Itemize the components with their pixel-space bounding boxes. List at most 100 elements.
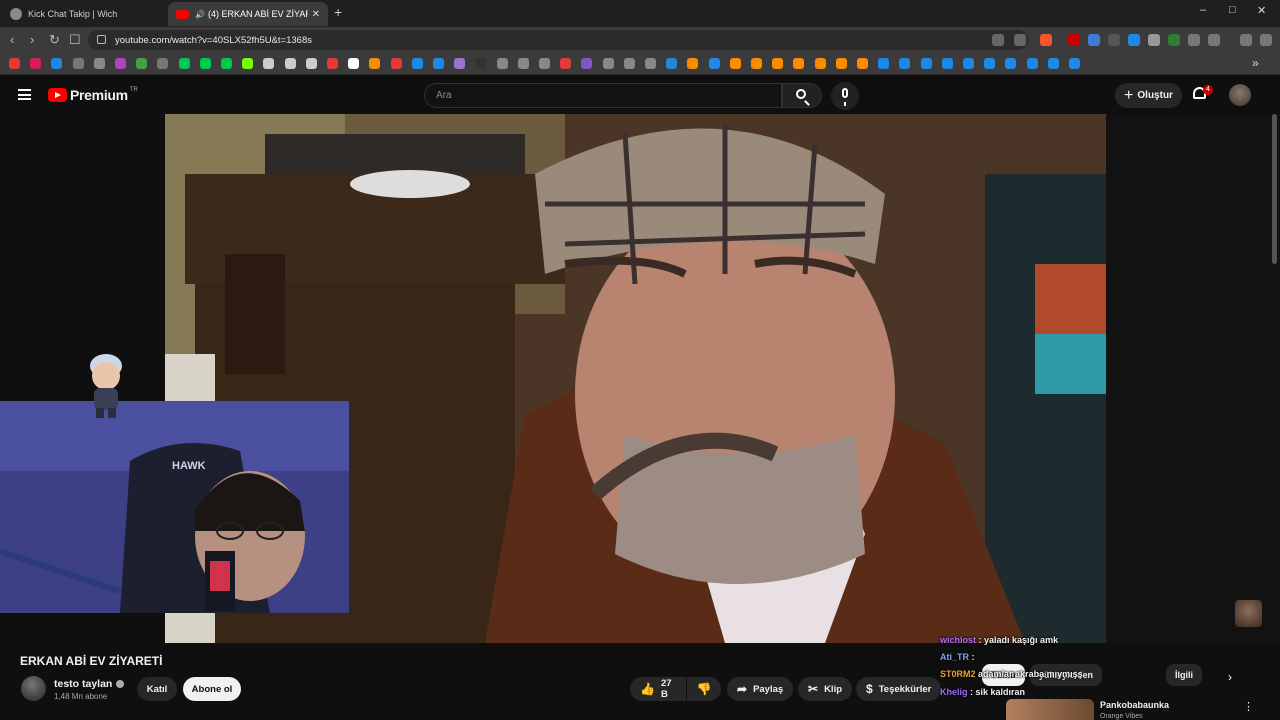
bookmark-favicon-icon[interactable] <box>729 58 741 69</box>
bookmark-favicon-icon[interactable] <box>242 58 254 69</box>
recommended-title[interactable]: Pankobabaunka <box>1100 700 1169 710</box>
bookmark-favicon-icon[interactable] <box>9 58 20 69</box>
bookmark-favicon-icon[interactable] <box>72 58 84 69</box>
url-field[interactable]: youtube.com/watch?v=40SLX52fh5U&t=1368s <box>88 30 1028 50</box>
bookmark-favicon-icon[interactable] <box>645 58 656 69</box>
bookmark-favicon-icon[interactable] <box>390 58 402 69</box>
bookmark-favicon-icon[interactable] <box>666 58 678 69</box>
bookmark-favicon-icon[interactable] <box>623 58 635 69</box>
bookmark-favicon-icon[interactable] <box>475 58 487 69</box>
bookmark-favicon-icon[interactable] <box>857 58 868 69</box>
bookmark-favicon-icon[interactable] <box>539 58 550 69</box>
subscribe-button[interactable]: Abone ol <box>183 677 241 701</box>
tab-kick-chat[interactable]: Kick Chat Takip | Wich <box>2 2 166 26</box>
youtube-premium-logo[interactable]: Premium TR <box>48 87 138 103</box>
channel-avatar[interactable] <box>21 676 46 701</box>
recommended-thumbnail[interactable] <box>1006 699 1094 720</box>
bookmark-favicon-icon[interactable] <box>835 58 847 69</box>
media-icon[interactable] <box>1240 34 1252 46</box>
bookmark-favicon-icon[interactable] <box>327 58 338 69</box>
bookmark-favicon-icon[interactable] <box>496 58 508 69</box>
back-icon[interactable]: ‹ <box>10 32 14 47</box>
bookmark-favicon-icon[interactable] <box>115 58 126 69</box>
maximize-button[interactable]: □ <box>1229 4 1236 16</box>
bookmark-favicon-icon[interactable] <box>687 58 699 69</box>
bookmark-favicon-icon[interactable] <box>1047 58 1059 69</box>
bookmark-favicon-icon[interactable] <box>305 58 317 69</box>
bookmark-favicon-icon[interactable] <box>1005 58 1017 69</box>
bookmark-favicon-icon[interactable] <box>199 58 211 69</box>
channel-name[interactable]: testo taylan <box>54 678 125 690</box>
bookmark-favicon-icon[interactable] <box>581 58 593 69</box>
chevron-right-icon[interactable]: › <box>1228 670 1232 684</box>
clip-button[interactable]: ✂ Klip <box>798 677 853 701</box>
bookmark-favicon-icon[interactable] <box>751 58 762 69</box>
bookmark-favicon-icon[interactable] <box>963 58 974 69</box>
create-button[interactable]: + Oluştur <box>1115 83 1182 108</box>
bookmark-favicon-icon[interactable] <box>454 58 466 69</box>
bookmark-favicon-icon[interactable] <box>221 58 232 69</box>
thanks-button[interactable]: $ Teşekkürler <box>856 677 942 701</box>
puzzle-icon[interactable] <box>1188 34 1200 46</box>
bookmark-favicon-icon[interactable] <box>1026 58 1038 69</box>
bookmark-favicon-icon[interactable] <box>93 58 105 69</box>
like-button[interactable]: 👍 27 B <box>630 677 686 701</box>
minimize-button[interactable]: – <box>1200 4 1206 16</box>
extension-icon[interactable] <box>1108 34 1120 46</box>
search-input[interactable]: Ara <box>424 83 782 108</box>
bookmark-favicon-icon[interactable] <box>899 58 911 69</box>
brave-shield-icon[interactable] <box>1040 34 1052 46</box>
forward-icon[interactable]: › <box>30 32 34 47</box>
site-info-icon[interactable] <box>97 35 106 44</box>
bookmark-favicon-icon[interactable] <box>411 58 423 69</box>
extension-icon[interactable] <box>1088 34 1100 46</box>
bookmark-favicon-icon[interactable] <box>369 58 381 69</box>
extension-icon[interactable] <box>1168 34 1180 46</box>
voice-search-button[interactable] <box>831 82 859 110</box>
cast-icon[interactable] <box>992 34 1004 46</box>
bookmark-favicon-icon[interactable] <box>517 58 529 69</box>
bookmark-favicon-icon[interactable] <box>51 58 63 69</box>
bookmark-favicon-icon[interactable] <box>136 58 148 69</box>
bookmark-favicon-icon[interactable] <box>941 58 953 69</box>
bookmark-favicon-icon[interactable] <box>284 58 296 69</box>
bookmark-favicon-icon[interactable] <box>30 58 42 69</box>
extension-icon[interactable] <box>1128 34 1140 46</box>
share-button[interactable]: ➦ Paylaş <box>727 677 794 701</box>
bookmark-favicon-icon[interactable] <box>178 58 190 69</box>
extension-icon[interactable] <box>1148 34 1160 46</box>
search-button[interactable] <box>782 83 822 108</box>
bookmark-favicon-icon[interactable] <box>708 58 720 69</box>
new-tab-button[interactable]: + <box>334 4 342 20</box>
bookmark-favicon-icon[interactable] <box>157 58 169 69</box>
browser-menu-icon[interactable] <box>1260 34 1272 46</box>
tab-youtube-video[interactable]: 🔊 (4) ERKAN ABİ EV ZİYARETİ - ✕ <box>168 2 328 26</box>
bookmark-favicon-icon[interactable] <box>920 58 932 69</box>
more-bookmarks-icon[interactable]: » <box>1252 56 1259 70</box>
bookmark-favicon-icon[interactable] <box>560 58 572 69</box>
dislike-button[interactable]: 👎 <box>687 677 721 701</box>
close-tab-icon[interactable]: ✕ <box>312 9 320 20</box>
sidebar-avatar[interactable] <box>1235 600 1262 627</box>
reload-icon[interactable]: ↻ <box>49 32 60 48</box>
more-options-icon[interactable]: ⋮ <box>1243 700 1254 713</box>
account-avatar[interactable] <box>1229 84 1251 106</box>
menu-icon[interactable] <box>18 89 31 100</box>
bookmark-favicon-icon[interactable] <box>772 58 784 69</box>
close-window-button[interactable]: ✕ <box>1257 4 1266 17</box>
bookmark-favicon-icon[interactable] <box>263 58 275 69</box>
page-scrollbar[interactable] <box>1272 114 1277 264</box>
bookmark-favicon-icon[interactable] <box>793 58 805 69</box>
join-button[interactable]: Katıl <box>137 677 177 701</box>
bookmark-favicon-icon[interactable] <box>984 58 996 69</box>
share-page-icon[interactable] <box>1014 34 1026 46</box>
bookmark-favicon-icon[interactable] <box>433 58 444 69</box>
sidebar-icon[interactable] <box>1208 34 1220 46</box>
bookmark-favicon-icon[interactable] <box>1069 58 1080 69</box>
bookmark-icon[interactable]: ☐ <box>69 32 81 48</box>
bookmark-favicon-icon[interactable] <box>602 58 614 69</box>
bookmark-favicon-icon[interactable] <box>814 58 826 69</box>
bookmark-favicon-icon[interactable] <box>348 58 360 69</box>
extension-icon[interactable] <box>1068 34 1080 46</box>
bookmark-favicon-icon[interactable] <box>878 58 890 69</box>
